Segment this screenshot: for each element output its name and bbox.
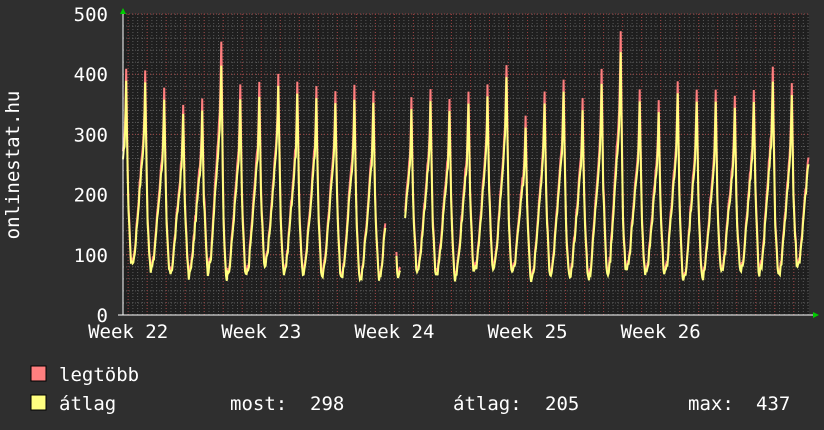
y-tick-labels: 0100200300400500 [74, 4, 108, 327]
legend-swatch-legtobb [30, 365, 47, 382]
y-tick-label: 100 [74, 245, 108, 267]
x-tick-label: Week 26 [621, 321, 701, 343]
x-axis-arrow-icon [813, 312, 819, 318]
x-tick-label: Week 24 [354, 321, 434, 343]
x-tick-label: Week 25 [487, 321, 567, 343]
y-axis-label: onlinestat.hu [2, 91, 24, 240]
stat-max-value: 437 [756, 393, 790, 415]
stat-avg-value: 205 [545, 393, 579, 415]
stat-now-value: 298 [310, 393, 344, 415]
y-tick-label: 400 [74, 64, 108, 86]
y-tick-label: 500 [74, 4, 108, 26]
legend-label-atlag: átlag [59, 393, 116, 415]
legend-swatch-atlag [30, 394, 47, 411]
x-tick-label: Week 23 [221, 321, 301, 343]
stat-avg-label: átlag: [453, 393, 522, 415]
y-axis-arrow-icon [120, 8, 126, 14]
y-tick-label: 300 [74, 124, 108, 146]
x-tick-label: Week 22 [88, 321, 168, 343]
stat-max-label: max: [688, 393, 734, 415]
stat-now-label: most: [230, 393, 287, 415]
x-tick-labels: Week 22 Week 23 Week 24 Week 25 Week 26 [88, 321, 701, 343]
y-tick-label: 200 [74, 185, 108, 207]
legend-label-legtobb: legtöbb [59, 364, 139, 386]
traffic-chart: 0100200300400500 Week 22 Week 23 Week 24 We… [2, 4, 819, 415]
